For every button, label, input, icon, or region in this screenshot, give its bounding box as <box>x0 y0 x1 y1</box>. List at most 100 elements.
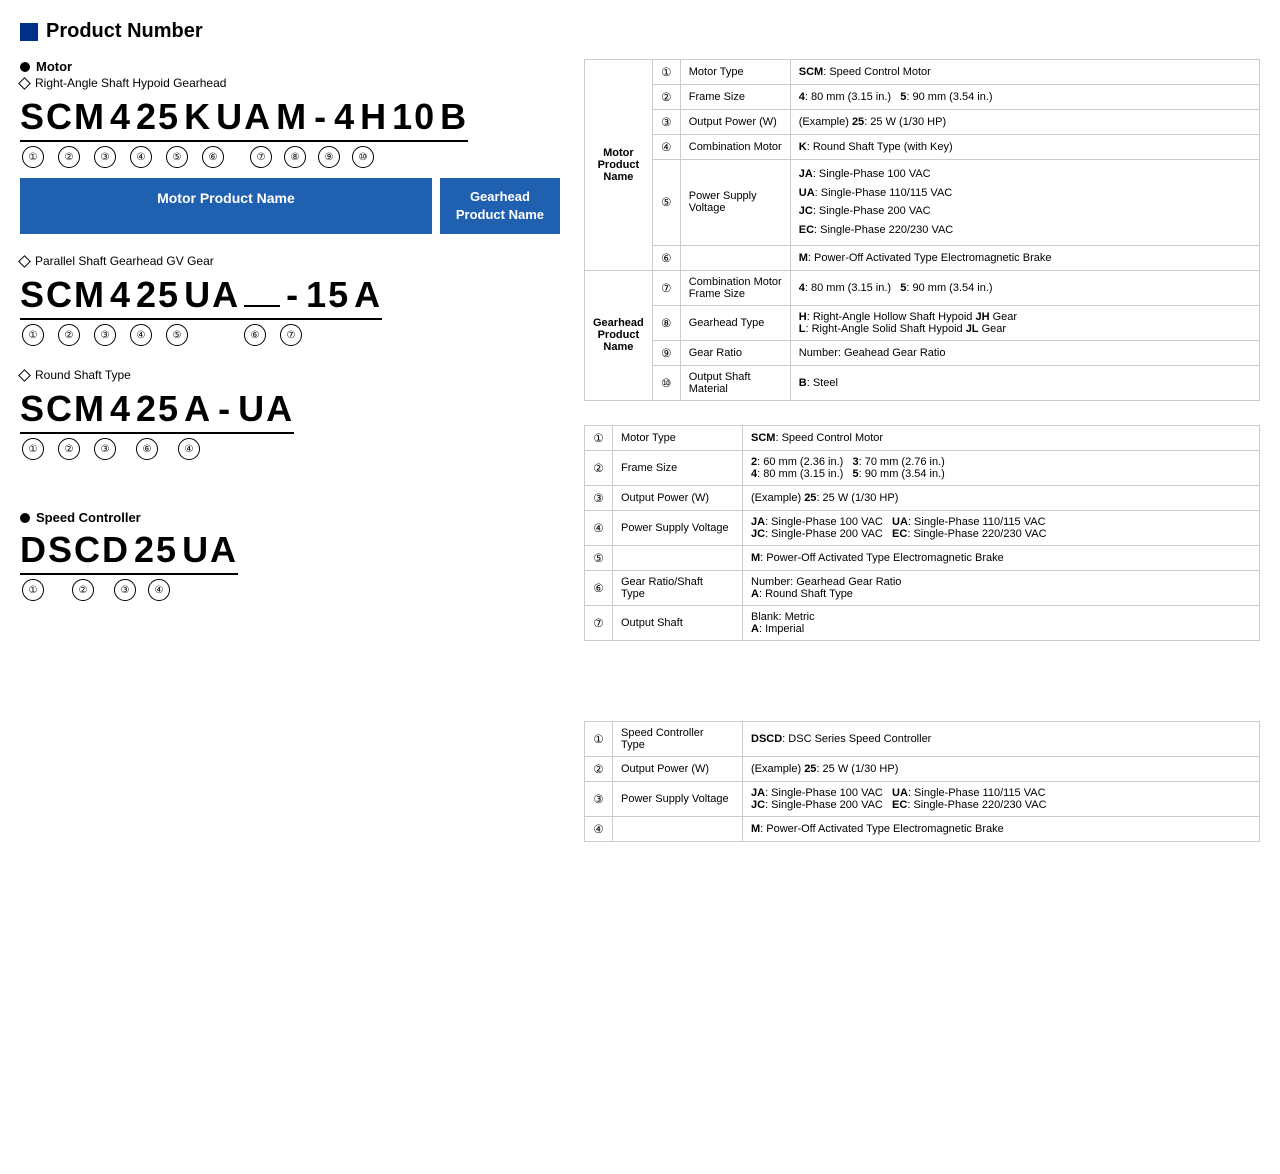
scn2: ② <box>72 579 94 601</box>
pn1: ① <box>22 324 44 346</box>
parallel-section: Parallel Shaft Gearhead GV Gear SCM 4 25… <box>20 254 560 362</box>
code-4a: 4 <box>110 96 132 138</box>
n6: ⑥ <box>202 146 224 168</box>
t3-desc-3: JA: Single-Phase 100 VAC UA: Single-Phas… <box>743 781 1260 816</box>
scn1: ① <box>22 579 44 601</box>
gearhead-product-name-box: GearheadProduct Name <box>440 178 560 234</box>
table-row: ④ Power Supply Voltage JA: Single-Phase … <box>585 510 1260 545</box>
speed-num-row: ① ② ③ ④ <box>20 577 560 611</box>
t2-label-1: Motor Type <box>613 425 743 450</box>
page-wrapper: Product Number Motor Right-Angle Shaft H… <box>20 20 1260 866</box>
item-num-2: ② <box>652 85 680 110</box>
group-label-gearhead: GearheadProductName <box>585 270 653 400</box>
item-num-8: ⑧ <box>652 305 680 340</box>
table-row: ⑤ Power Supply Voltage JA: Single-Phase … <box>585 160 1260 246</box>
t3-num-3: ③ <box>585 781 613 816</box>
table-row: ③ Output Power (W) (Example) 25: 25 W (1… <box>585 485 1260 510</box>
code-4b: 4 <box>334 96 356 138</box>
t2-num-5: ⑤ <box>585 545 613 570</box>
table-row: ⑥ Gear Ratio/ShaftType Number: Gearhead … <box>585 570 1260 605</box>
diamond-icon-2 <box>18 255 31 268</box>
r-scm: SCM <box>20 388 106 430</box>
scn4: ④ <box>148 579 170 601</box>
item-label-3: Output Power (W) <box>680 110 790 135</box>
t3-label-2: Output Power (W) <box>613 756 743 781</box>
t3-desc-1: DSCD: DSC Series Speed Controller <box>743 721 1260 756</box>
t2-desc-4: JA: Single-Phase 100 VAC UA: Single-Phas… <box>743 510 1260 545</box>
right-column: MotorProductName ① Motor Type SCM: Speed… <box>584 59 1260 866</box>
code-25a: 25 <box>136 96 180 138</box>
n7: ⑦ <box>250 146 272 168</box>
t2-num-6: ⑥ <box>585 570 613 605</box>
t2-label-2: Frame Size <box>613 450 743 485</box>
round-num-row: ① ② ③ ⑥ ④ <box>20 436 560 470</box>
speed-bullet-header: Speed Controller <box>20 510 560 525</box>
t2-num-3: ③ <box>585 485 613 510</box>
item-label-8: Gearhead Type <box>680 305 790 340</box>
t2-num-1: ① <box>585 425 613 450</box>
item-desc-9: Number: Geahead Gear Ratio <box>790 340 1259 365</box>
bullet-dot-motor <box>20 62 30 72</box>
r-a: A <box>184 388 212 430</box>
code-ua: UA <box>216 96 272 138</box>
t3-desc-2: (Example) 25: 25 W (1/30 HP) <box>743 756 1260 781</box>
motor-product-name-box: Motor Product Name <box>20 178 432 234</box>
n3: ③ <box>94 146 116 168</box>
code-hyphen1: - <box>314 96 328 138</box>
table-row: ⑦ Output Shaft Blank: MetricA: Imperial <box>585 605 1260 640</box>
hypoid-table: MotorProductName ① Motor Type SCM: Speed… <box>584 59 1260 401</box>
t2-num-2: ② <box>585 450 613 485</box>
rn6: ⑥ <box>136 438 158 460</box>
table-row: ② Frame Size 2: 60 mm (2.36 in.) 3: 70 m… <box>585 450 1260 485</box>
item-num-4: ④ <box>652 135 680 160</box>
t3-num-2: ② <box>585 756 613 781</box>
bullet-dot-speed <box>20 513 30 523</box>
scn3: ③ <box>114 579 136 601</box>
item-label-9: Gear Ratio <box>680 340 790 365</box>
rn3: ③ <box>94 438 116 460</box>
p-ua: UA <box>184 274 240 316</box>
item-desc-1: SCM: Speed Control Motor <box>790 60 1259 85</box>
p-a: A <box>354 274 382 316</box>
sc-dscd: DSCD <box>20 529 130 571</box>
item-desc-8: H: Right-Angle Hollow Shaft Hypoid JH Ge… <box>790 305 1259 340</box>
t3-desc-4: M: Power-Off Activated Type Electromagne… <box>743 816 1260 841</box>
code-scm1: SCM <box>20 96 106 138</box>
table-row: ② Output Power (W) (Example) 25: 25 W (1… <box>585 756 1260 781</box>
hypoid-num-row: ① ② ③ ④ ⑤ ⑥ ⑦ ⑧ ⑨ <box>20 144 560 178</box>
item-desc-5: JA: Single-Phase 100 VACUA: Single-Phase… <box>790 160 1259 246</box>
rn4: ④ <box>178 438 200 460</box>
round-code-line: SCM 4 25 A - UA <box>20 388 294 434</box>
p-15: 15 <box>306 274 350 316</box>
p-hyphen: - <box>286 274 300 316</box>
t2-label-7: Output Shaft <box>613 605 743 640</box>
item-num-9: ⑨ <box>652 340 680 365</box>
t2-desc-1: SCM: Speed Control Motor <box>743 425 1260 450</box>
parallel-num-row: ① ② ③ ④ ⑤ ⑥ ⑦ <box>20 322 560 362</box>
t2-desc-2: 2: 60 mm (2.36 in.) 3: 70 mm (2.76 in.)4… <box>743 450 1260 485</box>
page-title: Product Number <box>20 20 1260 43</box>
p-blank <box>244 305 280 307</box>
item-num-7: ⑦ <box>652 270 680 305</box>
t2-label-6: Gear Ratio/ShaftType <box>613 570 743 605</box>
rn2: ② <box>58 438 80 460</box>
code-b: B <box>440 96 468 138</box>
t2-num-4: ④ <box>585 510 613 545</box>
item-desc-4: K: Round Shaft Type (with Key) <box>790 135 1259 160</box>
p-4: 4 <box>110 274 132 316</box>
main-layout: Motor Right-Angle Shaft Hypoid Gearhead … <box>20 59 1260 866</box>
table-row: ⑤ M: Power-Off Activated Type Electromag… <box>585 545 1260 570</box>
n9: ⑨ <box>318 146 340 168</box>
n4: ④ <box>130 146 152 168</box>
t2-label-3: Output Power (W) <box>613 485 743 510</box>
n1: ① <box>22 146 44 168</box>
speed-table: ① Speed ControllerType DSCD: DSC Series … <box>584 721 1260 842</box>
round-shaft-section: Round Shaft Type SCM 4 25 A - UA ① ② <box>20 368 560 470</box>
pn5: ⑤ <box>166 324 188 346</box>
r-25: 25 <box>136 388 180 430</box>
table-row: GearheadProductName ⑦ Combination MotorF… <box>585 270 1260 305</box>
t3-num-1: ① <box>585 721 613 756</box>
n8: ⑧ <box>284 146 306 168</box>
n5: ⑤ <box>166 146 188 168</box>
n10: ⑩ <box>352 146 374 168</box>
